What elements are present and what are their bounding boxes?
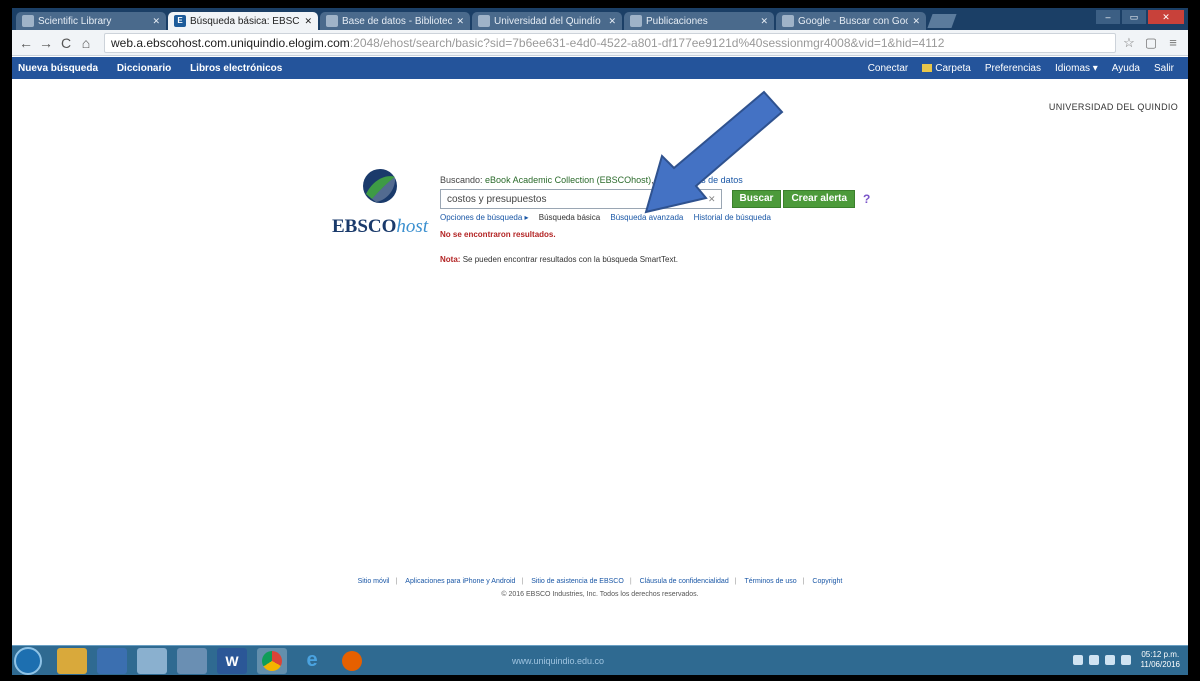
browser-tab-active[interactable]: EBúsqueda básica: EBSCOhost✕ [168, 12, 318, 30]
forward-arrow-icon[interactable]: → [38, 35, 54, 51]
folder-icon [922, 64, 933, 72]
ebsco-logo-icon [363, 169, 397, 203]
taskbar-center-text: www.uniquindio.edu.co [512, 656, 605, 666]
dictionary-link[interactable]: Diccionario [117, 63, 171, 74]
tray-icon[interactable] [1072, 655, 1083, 665]
page-icon [326, 15, 338, 27]
ebsco-favicon-icon: E [174, 15, 186, 27]
footer-link[interactable]: Términos de uso [745, 578, 797, 585]
screen: Scientific Library ✕ E Búsqueda básica: EB… [12, 8, 1188, 675]
new-search-link[interactable]: Nueva búsqueda [18, 63, 98, 74]
library-icon[interactable] [137, 647, 167, 674]
screenshot-frame: Scientific Library ✕ E Búsqueda básica: EB… [0, 0, 1200, 681]
maximize-icon[interactable]: ▭ [1122, 10, 1146, 24]
smarttext-note: Nota: Se pueden encontrar resultados con… [440, 255, 678, 264]
basic-search-label: Búsqueda básica [538, 213, 601, 222]
extension-icon[interactable]: ▢ [1142, 35, 1160, 51]
explorer-icon[interactable] [57, 647, 87, 674]
page-footer: Sitio móvil | Aplicaciones para iPhone y … [12, 578, 1188, 598]
page-icon [478, 15, 490, 27]
languages-link[interactable]: Idiomas ▾ [1055, 63, 1098, 74]
help-link[interactable]: Ayuda [1112, 63, 1140, 74]
reload-icon[interactable]: C [58, 35, 74, 51]
close-tab-icon[interactable]: ✕ [912, 16, 920, 27]
browser-tab[interactable]: Scientific Library ✕ [16, 12, 166, 30]
flag-icon[interactable] [1120, 655, 1131, 665]
browser-tab-strip: Scientific Library ✕ E Búsqueda básica: EB… [12, 8, 1188, 30]
media-player-icon[interactable] [97, 647, 127, 674]
page-icon [22, 15, 34, 27]
url-field[interactable]: web.a.ebscohost.com.uniquindio.elogim.co… [104, 32, 1116, 53]
network-icon[interactable] [1088, 655, 1099, 665]
window-controls: – ▭ ✕ [1094, 10, 1184, 24]
footer-link[interactable]: Cláusula de confidencialidad [640, 578, 729, 585]
windows-taskbar: W e www.uniquindio.edu.co 05:12 p.m. 11/… [12, 645, 1188, 675]
copyright-text: © 2016 EBSCO Industries, Inc. Todos los … [501, 591, 699, 598]
browser-tab[interactable]: Publicaciones ✕ [624, 12, 774, 30]
exit-link[interactable]: Salir [1154, 63, 1174, 74]
no-results-message: No se encontraron resultados. [440, 230, 556, 239]
google-icon [782, 15, 794, 27]
chrome-icon[interactable] [257, 647, 287, 674]
bookmark-star-icon[interactable]: ☆ [1120, 35, 1138, 51]
home-icon[interactable]: ⌂ [78, 35, 94, 51]
search-options-link[interactable]: Opciones de búsqueda ▸ [440, 213, 529, 222]
sign-in-link[interactable]: Conectar [868, 63, 909, 74]
footer-link[interactable]: Copyright [812, 578, 842, 585]
back-arrow-icon[interactable]: ← [18, 35, 34, 51]
minimize-icon[interactable]: – [1096, 10, 1120, 24]
logo-wordmark: EBSCOhost [332, 216, 429, 237]
address-bar-row: ← → C ⌂ web.a.ebscohost.com.uniquindio.e… [12, 30, 1188, 56]
folder-link[interactable]: Carpeta [935, 63, 971, 74]
browser-tab[interactable]: Base de datos - Biblioteca ✕ [320, 12, 470, 30]
database-name: eBook Academic Collection (EBSCOhost) [485, 175, 652, 185]
url-host: web.a.ebscohost.com.uniquindio.elogim.co… [111, 35, 350, 50]
institution-name: UNIVERSIDAD DEL QUINDIO [1048, 102, 1178, 112]
word-icon[interactable]: W [217, 647, 247, 674]
close-tab-icon[interactable]: ✕ [456, 16, 464, 27]
clock[interactable]: 05:12 p.m. 11/06/2016 [1141, 650, 1180, 670]
ebscohost-logo: EBSCOhost [332, 168, 442, 248]
start-button[interactable] [14, 646, 42, 675]
new-tab-button[interactable] [927, 14, 957, 28]
close-tab-icon[interactable]: ✕ [152, 16, 160, 27]
menu-icon[interactable]: ≡ [1164, 35, 1182, 50]
page-icon [630, 15, 642, 27]
annotation-arrow [644, 90, 784, 214]
system-tray: 05:12 p.m. 11/06/2016 [1067, 650, 1180, 670]
close-tab-icon[interactable]: ✕ [304, 16, 312, 27]
volume-icon[interactable] [1104, 655, 1115, 665]
footer-link[interactable]: Aplicaciones para iPhone y Android [405, 578, 515, 585]
browser-tab[interactable]: Google - Buscar con Google✕ [776, 12, 926, 30]
browser-tab[interactable]: Universidad del Quindío ✕ [472, 12, 622, 30]
paint-icon[interactable] [177, 647, 207, 674]
firefox-icon[interactable] [337, 648, 367, 674]
footer-link[interactable]: Sitio móvil [358, 578, 390, 585]
close-tab-icon[interactable]: ✕ [608, 16, 616, 27]
footer-links: Sitio móvil | Aplicaciones para iPhone y … [357, 578, 843, 585]
internet-explorer-icon[interactable]: e [297, 648, 327, 674]
close-tab-icon[interactable]: ✕ [760, 16, 768, 27]
ebsco-toolbar: Nueva búsqueda Diccionario Libros electr… [12, 57, 1188, 79]
close-window-icon[interactable]: ✕ [1148, 10, 1184, 24]
url-path: :2048/ehost/search/basic?sid=7b6ee631-e4… [349, 35, 945, 50]
ebooks-link[interactable]: Libros electrónicos [190, 63, 282, 74]
footer-link[interactable]: Sitio de asistencia de EBSCO [531, 578, 624, 585]
help-question-icon[interactable]: ? [863, 192, 870, 206]
preferences-link[interactable]: Preferencias [985, 63, 1041, 74]
